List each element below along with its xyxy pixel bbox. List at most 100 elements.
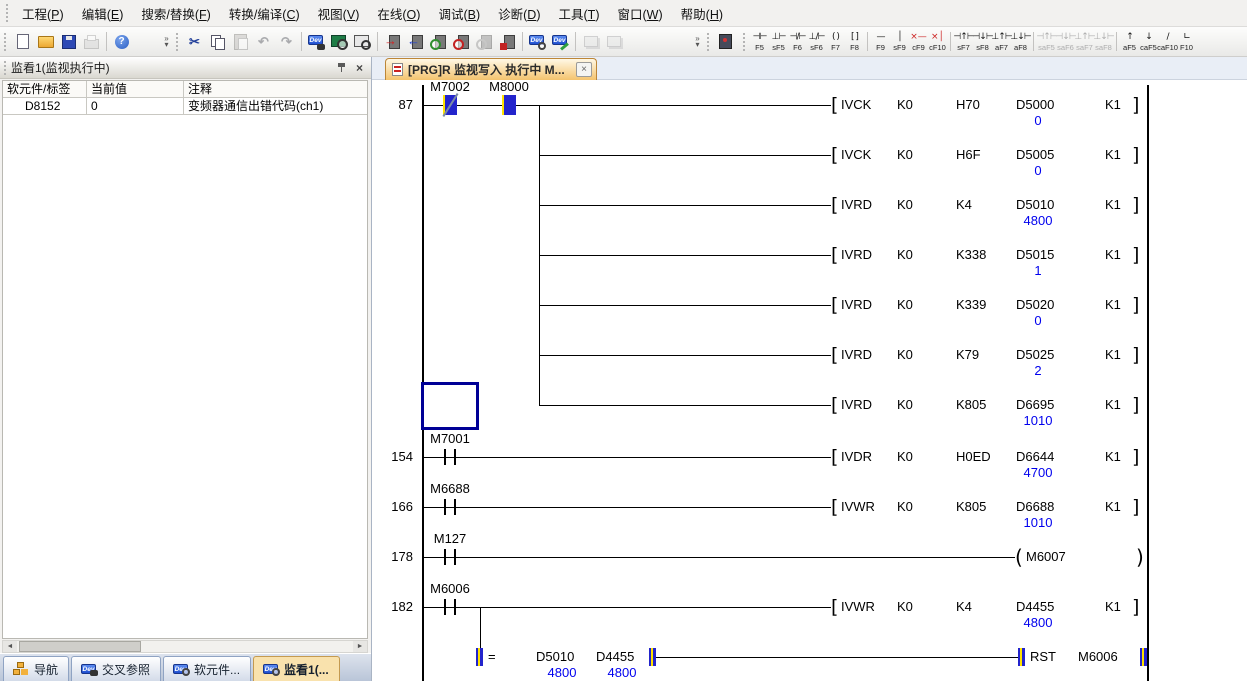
- operand[interactable]: D5010: [536, 649, 574, 665]
- operand[interactable]: K0: [897, 97, 913, 113]
- panel-tab-4[interactable]: Dev监看1(...: [253, 656, 340, 681]
- menu-gripper[interactable]: [5, 4, 10, 22]
- operand[interactable]: K1: [1105, 397, 1121, 413]
- operand[interactable]: D4455: [1016, 599, 1054, 615]
- operand[interactable]: D5005: [1016, 147, 1054, 163]
- monitor-pause-icon[interactable]: [473, 30, 496, 54]
- paste-icon[interactable]: [229, 30, 252, 54]
- scroll-right-arrow-icon[interactable]: ►: [353, 641, 367, 652]
- close-icon[interactable]: ×: [352, 60, 367, 75]
- instruction-IVRD[interactable]: IVRD: [841, 197, 872, 213]
- open-project-icon[interactable]: [34, 30, 57, 54]
- column-header-device[interactable]: 软元件/标签: [3, 81, 87, 98]
- toolbar-gripper[interactable]: [175, 33, 180, 51]
- operand[interactable]: H70: [956, 97, 980, 113]
- contact-M6688[interactable]: [444, 499, 446, 515]
- instruction-IVRD[interactable]: IVRD: [841, 347, 872, 363]
- program-monitor-icon[interactable]: [714, 30, 737, 54]
- column-header-comment[interactable]: 注释: [184, 81, 367, 98]
- operand[interactable]: K79: [956, 347, 979, 363]
- operand[interactable]: K0: [897, 197, 913, 213]
- instruction-IVWR[interactable]: IVWR: [841, 499, 875, 515]
- panel-tab-2[interactable]: Dev交叉参照: [71, 656, 161, 681]
- close-contact-button[interactable]: ⊣/⊢F6: [788, 28, 807, 55]
- operand[interactable]: K0: [897, 147, 913, 163]
- contact-M8000[interactable]: [502, 95, 516, 115]
- operand[interactable]: K0: [897, 449, 913, 465]
- toolbar-gripper[interactable]: [742, 33, 747, 51]
- menu-item-f[interactable]: 搜索/替换(F): [132, 0, 219, 27]
- window-cascade-icon[interactable]: [602, 30, 625, 54]
- instruction-RST[interactable]: [1018, 648, 1025, 666]
- compare-contact[interactable]: [476, 648, 483, 666]
- rising-pulse-close-button[interactable]: ⊣↑⊢saF5: [1037, 28, 1056, 55]
- close-branch-button[interactable]: ⊥/⊢sF6: [807, 28, 826, 55]
- operand[interactable]: K0: [897, 599, 913, 615]
- operand[interactable]: D6644: [1016, 449, 1054, 465]
- help-icon[interactable]: [110, 30, 133, 54]
- operand[interactable]: K1: [1105, 499, 1121, 515]
- write-to-plc-icon[interactable]: [381, 30, 404, 54]
- copy-icon[interactable]: [206, 30, 229, 54]
- delete-vertical-line-button[interactable]: ×│cF10: [928, 28, 947, 55]
- result-falling-pulse-button[interactable]: ↓caF5: [1139, 28, 1158, 55]
- rising-pulse-branch-button[interactable]: ⊥↑⊢aF7: [992, 28, 1011, 55]
- scroll-left-arrow-icon[interactable]: ◄: [3, 641, 17, 652]
- operand[interactable]: K4: [956, 599, 972, 615]
- coil-button[interactable]: ( )F7: [826, 28, 845, 55]
- panel-tab-1[interactable]: 导航: [3, 656, 69, 681]
- draw-line-button[interactable]: ∟F10: [1177, 28, 1196, 55]
- contact-M127[interactable]: [444, 549, 446, 565]
- scrollbar-thumb[interactable]: [19, 641, 141, 652]
- instruction-RST[interactable]: RST: [1030, 649, 1056, 665]
- operand[interactable]: K1: [1105, 197, 1121, 213]
- monitor-start-icon[interactable]: [427, 30, 450, 54]
- instruction-IVRD[interactable]: IVRD: [841, 397, 872, 413]
- device-find-icon[interactable]: Dev: [305, 30, 328, 54]
- operand[interactable]: K0: [897, 297, 913, 313]
- monitor-stop-icon[interactable]: [450, 30, 473, 54]
- device-watch-icon[interactable]: Dev: [526, 30, 549, 54]
- redo-icon[interactable]: ↷: [275, 30, 298, 54]
- contact-M6006[interactable]: [444, 599, 446, 615]
- operand[interactable]: K338: [956, 247, 986, 263]
- falling-pulse-close-branch-button[interactable]: ⊥↓⊢saF8: [1094, 28, 1113, 55]
- operand[interactable]: D5025: [1016, 347, 1054, 363]
- menu-item-h[interactable]: 帮助(H): [672, 0, 732, 27]
- operand[interactable]: K0: [897, 247, 913, 263]
- new-file-icon[interactable]: [11, 30, 34, 54]
- operand[interactable]: K1: [1105, 247, 1121, 263]
- rising-pulse-button[interactable]: ⊣↑⊢sF7: [954, 28, 973, 55]
- cut-icon[interactable]: ✂: [183, 30, 206, 54]
- operand[interactable]: M6006: [1078, 649, 1118, 665]
- toolbar-gripper[interactable]: [3, 33, 8, 51]
- operand[interactable]: D4455: [596, 649, 634, 665]
- window-tile-icon[interactable]: [579, 30, 602, 54]
- operand[interactable]: H6F: [956, 147, 981, 163]
- falling-pulse-close-button[interactable]: ⊣↓⊢saF6: [1056, 28, 1075, 55]
- panel-tab-3[interactable]: Dev软元件...: [163, 656, 251, 681]
- operand[interactable]: K1: [1105, 97, 1121, 113]
- menu-item-o[interactable]: 在线(O): [368, 0, 429, 27]
- menu-item-w[interactable]: 窗口(W): [608, 0, 671, 27]
- operand[interactable]: K0: [897, 347, 913, 363]
- operand[interactable]: K0: [897, 499, 913, 515]
- open-branch-button[interactable]: ⊥⊢sF5: [769, 28, 788, 55]
- toolbar-gripper[interactable]: [706, 33, 711, 51]
- result-rising-pulse-button[interactable]: ↑aF5: [1120, 28, 1139, 55]
- instruction-IVWR[interactable]: IVWR: [841, 599, 875, 615]
- operand[interactable]: D5015: [1016, 247, 1054, 263]
- table-row[interactable]: D8152 0 变频器通信出错代码(ch1): [3, 98, 367, 115]
- vertical-line-button[interactable]: │sF9: [890, 28, 909, 55]
- save-icon[interactable]: [57, 30, 80, 54]
- operand[interactable]: K1: [1105, 297, 1121, 313]
- rising-pulse-close-branch-button[interactable]: ⊥↑⊢saF7: [1075, 28, 1094, 55]
- instruction-IVCK[interactable]: IVCK: [841, 147, 871, 163]
- menu-item-b[interactable]: 调试(B): [429, 0, 489, 27]
- toolbar-overflow-chevron-icon[interactable]: »▾: [692, 30, 703, 54]
- horizontal-line-button[interactable]: —F9: [871, 28, 890, 55]
- open-contact-button[interactable]: ⊣⊢F5: [750, 28, 769, 55]
- operand[interactable]: D6688: [1016, 499, 1054, 515]
- instruction-IVRD[interactable]: IVRD: [841, 297, 872, 313]
- monitor-write-icon[interactable]: [496, 30, 519, 54]
